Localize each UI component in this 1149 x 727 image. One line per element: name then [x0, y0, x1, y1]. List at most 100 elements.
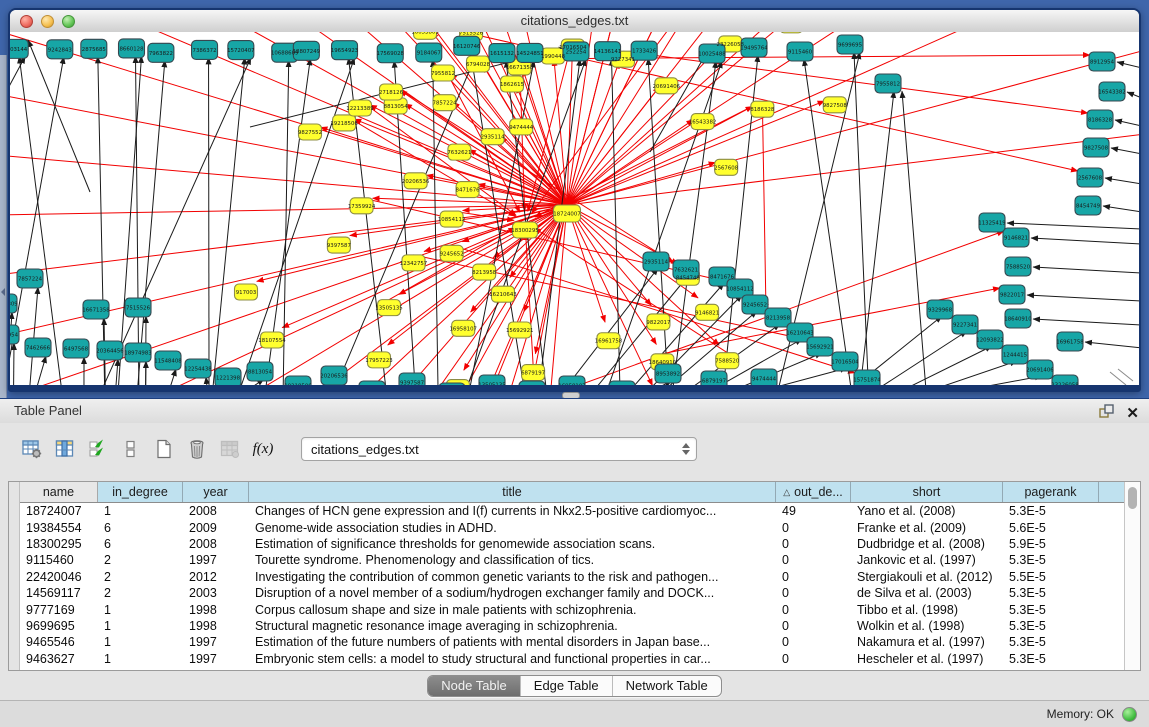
- delete-icon[interactable]: [183, 436, 211, 462]
- table-cell[interactable]: 1997: [183, 652, 249, 666]
- table-cell[interactable]: 0: [776, 619, 851, 633]
- table-cell[interactable]: 2: [98, 570, 183, 584]
- table-cell[interactable]: Yano et al. (2008): [851, 504, 1003, 518]
- table-cell[interactable]: Stergiakouli et al. (2012): [851, 570, 1003, 584]
- table-cell[interactable]: Estimation of significance thresholds fo…: [249, 537, 776, 551]
- table-row[interactable]: 1456911722003Disruption of a novel membe…: [20, 585, 1124, 601]
- table-cell[interactable]: Dudbridge et al. (2008): [851, 537, 1003, 551]
- table-cell[interactable]: 2012: [183, 570, 249, 584]
- table-cell[interactable]: 0: [776, 586, 851, 600]
- table-cell[interactable]: 9777169: [20, 603, 98, 617]
- table-cell[interactable]: Nakamura et al. (1997): [851, 635, 1003, 649]
- table-cell[interactable]: 6: [98, 537, 183, 551]
- table-row[interactable]: 1830029562008Estimation of significance …: [20, 536, 1124, 552]
- graph-node[interactable]: [780, 32, 803, 33]
- table-row[interactable]: 946554611997Estimation of the future num…: [20, 634, 1124, 650]
- table-cell[interactable]: Corpus callosum shape and size in male p…: [249, 603, 776, 617]
- table-cell[interactable]: 0: [776, 521, 851, 535]
- tab-network-table[interactable]: Network Table: [613, 676, 721, 696]
- table-cell[interactable]: 1998: [183, 603, 249, 617]
- column-header[interactable]: pagerank: [1003, 482, 1099, 502]
- network-canvas[interactable]: 1667135875155261605380978572248813054192…: [10, 32, 1139, 385]
- table-cell[interactable]: 1997: [183, 553, 249, 567]
- clear-selection-icon[interactable]: [117, 436, 145, 462]
- table-cell[interactable]: 0: [776, 603, 851, 617]
- table-cell[interactable]: 1: [98, 619, 183, 633]
- table-cell[interactable]: 2003: [183, 586, 249, 600]
- float-panel-icon[interactable]: [1098, 403, 1114, 424]
- table-cell[interactable]: 1998: [183, 619, 249, 633]
- table-cell[interactable]: 2: [98, 586, 183, 600]
- close-panel-icon[interactable]: ✕: [1126, 406, 1139, 422]
- graph-node[interactable]: [609, 381, 635, 385]
- table-cell[interactable]: Changes of HCN gene expression and I(f) …: [249, 504, 776, 518]
- table-row[interactable]: 2242004622012Investigating the contribut…: [20, 569, 1124, 585]
- column-header[interactable]: name: [20, 482, 98, 502]
- table-cell[interactable]: 19384554: [20, 521, 98, 535]
- table-cell[interactable]: 0: [776, 537, 851, 551]
- table-cell[interactable]: 5.3E-5: [1003, 652, 1099, 666]
- table-cell[interactable]: 0: [776, 635, 851, 649]
- table-cell[interactable]: Embryonic stem cells: a model to study s…: [249, 652, 776, 666]
- table-cell[interactable]: 5.3E-5: [1003, 504, 1099, 518]
- table-row[interactable]: 977716911998Corpus callosum shape and si…: [20, 601, 1124, 617]
- table-row[interactable]: 1872400712008Changes of HCN gene express…: [20, 503, 1124, 519]
- table-cell[interactable]: Tourette syndrome. Phenomenology and cla…: [249, 553, 776, 567]
- table-cell[interactable]: 5.3E-5: [1003, 619, 1099, 633]
- column-header[interactable]: short: [851, 482, 1003, 502]
- table-cell[interactable]: 9699695: [20, 619, 98, 633]
- table-cell[interactable]: 9465546: [20, 635, 98, 649]
- table-cell[interactable]: Jankovic et al. (1997): [851, 553, 1003, 567]
- table-cell[interactable]: 5.3E-5: [1003, 586, 1099, 600]
- table-cell[interactable]: Disruption of a novel member of a sodium…: [249, 586, 776, 600]
- table-cell[interactable]: Wolkin et al. (1998): [851, 619, 1003, 633]
- table-cell[interactable]: Hescheler et al. (1997): [851, 652, 1003, 666]
- graph-node[interactable]: [359, 381, 385, 385]
- table-cell[interactable]: 0: [776, 553, 851, 567]
- column-header[interactable]: △out_de...: [776, 482, 851, 502]
- select-all-icon[interactable]: [84, 436, 112, 462]
- table-row[interactable]: 946362711997Embryonic stem cells: a mode…: [20, 651, 1124, 667]
- column-header[interactable]: in_degree: [98, 482, 183, 502]
- table-cell[interactable]: 2008: [183, 504, 249, 518]
- scrollbar-thumb[interactable]: [1128, 487, 1137, 509]
- table-cell[interactable]: Structural magnetic resonance image aver…: [249, 619, 776, 633]
- graph-node[interactable]: [519, 381, 545, 385]
- table-cell[interactable]: 1: [98, 635, 183, 649]
- table-cell[interactable]: 2: [98, 553, 183, 567]
- table-cell[interactable]: 14569117: [20, 586, 98, 600]
- table-cell[interactable]: 5.3E-5: [1003, 553, 1099, 567]
- table-row[interactable]: 969969511998Structural magnetic resonanc…: [20, 618, 1124, 634]
- table-cell[interactable]: Franke et al. (2009): [851, 521, 1003, 535]
- table-cell[interactable]: Investigating the contribution of common…: [249, 570, 776, 584]
- table-cell[interactable]: 5.9E-5: [1003, 537, 1099, 551]
- table-cell[interactable]: 18300295: [20, 537, 98, 551]
- vertical-scrollbar[interactable]: [1124, 482, 1140, 670]
- table-cell[interactable]: Tibbo et al. (1998): [851, 603, 1003, 617]
- table-cell[interactable]: 1: [98, 603, 183, 617]
- table-cell[interactable]: 1: [98, 504, 183, 518]
- table-cell[interactable]: 22420046: [20, 570, 98, 584]
- table-cell[interactable]: de Silva et al. (2003): [851, 586, 1003, 600]
- new-document-icon[interactable]: [150, 436, 178, 462]
- table-cell[interactable]: 9115460: [20, 553, 98, 567]
- table-settings-icon[interactable]: [18, 436, 46, 462]
- table-cell[interactable]: 2009: [183, 521, 249, 535]
- expand-panel-arrow-icon[interactable]: [1, 288, 5, 296]
- table-selector-dropdown[interactable]: citations_edges.txt: [301, 437, 697, 461]
- table-cell[interactable]: 5.5E-5: [1003, 570, 1099, 584]
- table-cell[interactable]: 2008: [183, 537, 249, 551]
- table-cell[interactable]: 5.6E-5: [1003, 521, 1099, 535]
- table-row[interactable]: 911546021997Tourette syndrome. Phenomeno…: [20, 552, 1124, 568]
- table-cell[interactable]: 49: [776, 504, 851, 518]
- tab-edge-table[interactable]: Edge Table: [521, 676, 613, 696]
- table-cell[interactable]: Estimation of the future numbers of pati…: [249, 635, 776, 649]
- table-cell[interactable]: 0: [776, 570, 851, 584]
- table-cell[interactable]: 1997: [183, 635, 249, 649]
- function-builder-icon[interactable]: f(x): [249, 436, 277, 462]
- table-cell[interactable]: Genome-wide association studies in ADHD.: [249, 521, 776, 535]
- table-cell[interactable]: 6: [98, 521, 183, 535]
- table-cell[interactable]: 5.3E-5: [1003, 635, 1099, 649]
- column-header[interactable]: year: [183, 482, 249, 502]
- network-window-titlebar[interactable]: citations_edges.txt: [10, 10, 1139, 33]
